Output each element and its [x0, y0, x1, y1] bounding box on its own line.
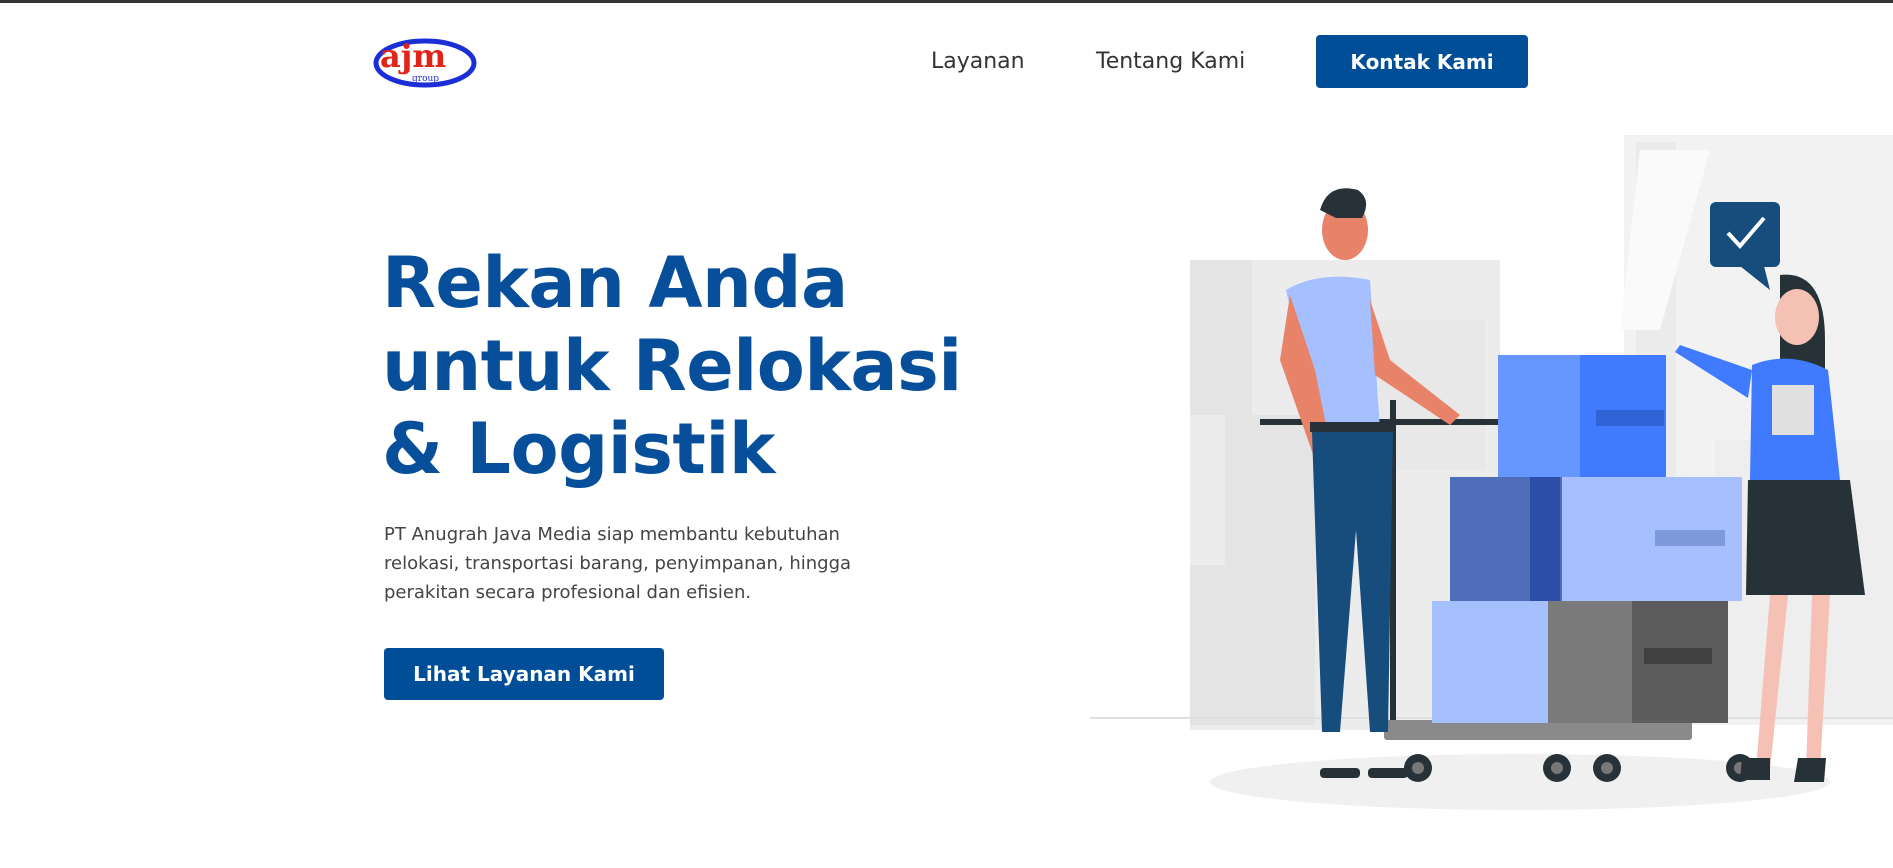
navbar: ajm group Layanan Tentang Kami Kontak Ka…: [0, 3, 1893, 118]
nav-link-layanan[interactable]: Layanan: [931, 49, 1025, 74]
nav-link-tentang-kami[interactable]: Tentang Kami: [1096, 49, 1245, 74]
company-logo[interactable]: ajm group: [372, 35, 478, 90]
view-services-button[interactable]: Lihat Layanan Kami: [384, 648, 664, 700]
hero-description: PT Anugrah Java Media siap membantu kebu…: [384, 524, 852, 603]
hero-title: Rekan Anda untuk Relokasi & Logistik: [382, 242, 962, 490]
logo-subtext: group: [412, 74, 439, 84]
logo-text: ajm: [380, 37, 446, 75]
contact-button[interactable]: Kontak Kami: [1316, 35, 1528, 88]
hero-illustration: [1080, 130, 1893, 830]
